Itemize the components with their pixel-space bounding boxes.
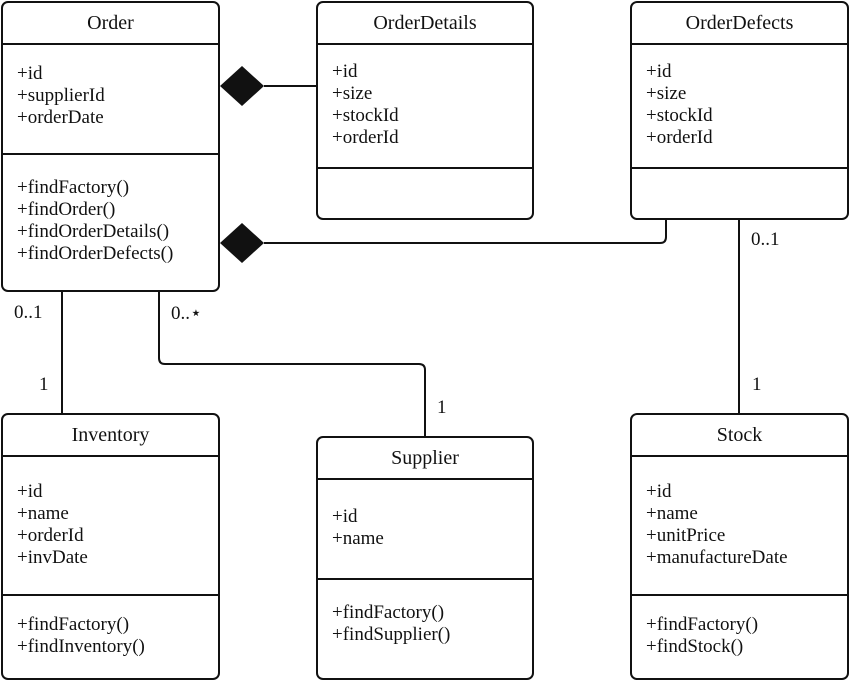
class-stock[interactable]: Stock +id +name +unitPrice +manufactureD… (630, 413, 849, 680)
class-order[interactable]: Order +id +supplierId +orderDate +findFa… (1, 1, 220, 292)
attribute: +id (646, 481, 672, 502)
operations: +findFactory() +findSupplier() (318, 578, 532, 678)
attributes: +id +size +stockId +orderId (318, 61, 532, 149)
multiplicity-order-inventory-to: 1 (39, 374, 49, 395)
link-order-orderdefects (264, 219, 667, 244)
attribute: +unitPrice (646, 525, 726, 546)
operation: +findFactory() (332, 602, 445, 623)
attribute: +id (646, 61, 672, 82)
multiplicity-order-supplier-from: 0..⋆ (171, 303, 202, 324)
attribute: +stockId (646, 105, 713, 126)
class-name: Inventory (3, 415, 218, 457)
operation: +findOrderDefects() (17, 243, 174, 264)
attributes: +id +name +orderId +invDate (3, 481, 218, 569)
operations: +findFactory() +findInventory() (3, 594, 218, 678)
class-name: OrderDetails (318, 3, 532, 45)
attribute: +stockId (332, 105, 399, 126)
attributes: +id +name +unitPrice +manufactureDate (632, 481, 847, 569)
class-name: Supplier (318, 438, 532, 480)
attribute: +name (17, 503, 69, 524)
operation: +findFactory() (17, 177, 130, 198)
operation: +findFactory() (17, 614, 130, 635)
operation: +findOrder() (17, 199, 116, 220)
attribute: +invDate (17, 547, 88, 568)
class-inventory[interactable]: Inventory +id +name +orderId +invDate +f… (1, 413, 220, 680)
operation: +findSupplier() (332, 624, 451, 645)
attribute: +size (646, 83, 687, 104)
attribute: +size (332, 83, 373, 104)
attribute: +id (17, 63, 43, 84)
operations: +findFactory() +findOrder() +findOrderDe… (3, 153, 218, 290)
attribute: +supplierId (17, 85, 105, 106)
attribute: +id (17, 481, 43, 502)
operations (632, 167, 847, 218)
attribute: +id (332, 61, 358, 82)
multiplicity-order-inventory-from: 0..1 (14, 302, 43, 323)
operations: +findFactory() +findStock() (632, 594, 847, 678)
operations (318, 167, 532, 218)
operation: +findInventory() (17, 636, 145, 657)
class-name: Order (3, 3, 218, 45)
attributes: +id +size +stockId +orderId (632, 61, 847, 149)
attributes: +id +name (318, 506, 532, 550)
multiplicity-defects-stock-from: 0..1 (751, 229, 780, 250)
multiplicity-order-supplier-to: 1 (437, 397, 447, 418)
multiplicity-defects-stock-to: 1 (752, 374, 762, 395)
attribute: +orderId (17, 525, 84, 546)
attribute: +orderId (646, 127, 713, 148)
attributes: +id +supplierId +orderDate (3, 63, 218, 129)
class-supplier[interactable]: Supplier +id +name +findFactory() +findS… (316, 436, 534, 680)
operation: +findOrderDetails() (17, 221, 170, 242)
composition-diamond-orderdetails (220, 66, 264, 106)
attribute: +orderId (332, 127, 399, 148)
attribute: +id (332, 506, 358, 527)
operation: +findStock() (646, 636, 744, 657)
operation: +findFactory() (646, 614, 759, 635)
attribute: +name (332, 528, 384, 549)
attribute: +orderDate (17, 107, 104, 128)
composition-diamond-orderdefects (220, 223, 264, 263)
class-orderdefects[interactable]: OrderDefects +id +size +stockId +orderId (630, 1, 849, 220)
class-orderdetails[interactable]: OrderDetails +id +size +stockId +orderId (316, 1, 534, 220)
class-name: Stock (632, 415, 847, 457)
class-name: OrderDefects (632, 3, 847, 45)
attribute: +manufactureDate (646, 547, 788, 568)
attribute: +name (646, 503, 698, 524)
